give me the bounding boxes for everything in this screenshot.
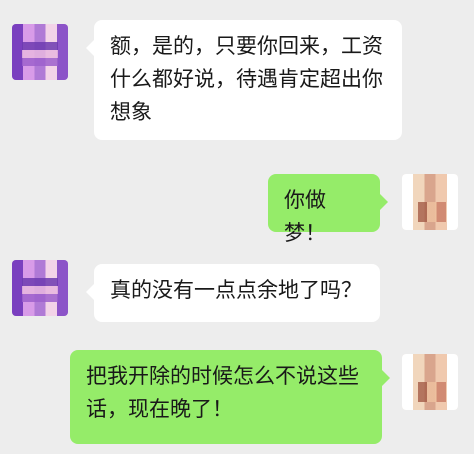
self-avatar[interactable] — [402, 354, 458, 410]
message-row: 把我开除的时候怎么不说这些话，现在晚了！ — [0, 346, 474, 454]
message-row: 你做梦！ — [0, 150, 474, 246]
avatar-pixel — [418, 382, 446, 402]
message-row: 真的没有一点点余地了吗？ — [0, 246, 474, 346]
incoming-message-bubble[interactable]: 真的没有一点点余地了吗？ — [86, 264, 380, 322]
self-avatar[interactable] — [402, 174, 458, 230]
outgoing-message-bubble[interactable]: 把我开除的时候怎么不说这些话，现在晚了！ — [70, 350, 390, 444]
contact-avatar[interactable] — [12, 260, 68, 316]
incoming-message-bubble[interactable]: 额，是的，只要你回来，工资什么都好说，待遇肯定超出你想象 — [86, 20, 402, 140]
message-row: 额，是的，只要你回来，工资什么都好说，待遇肯定超出你想象 — [0, 0, 474, 150]
contact-avatar[interactable] — [12, 24, 68, 80]
outgoing-message-bubble[interactable]: 你做梦！ — [268, 174, 388, 245]
avatar-pixel — [418, 202, 446, 222]
avatar-pixel — [22, 42, 58, 66]
avatar-pixel — [22, 278, 58, 302]
